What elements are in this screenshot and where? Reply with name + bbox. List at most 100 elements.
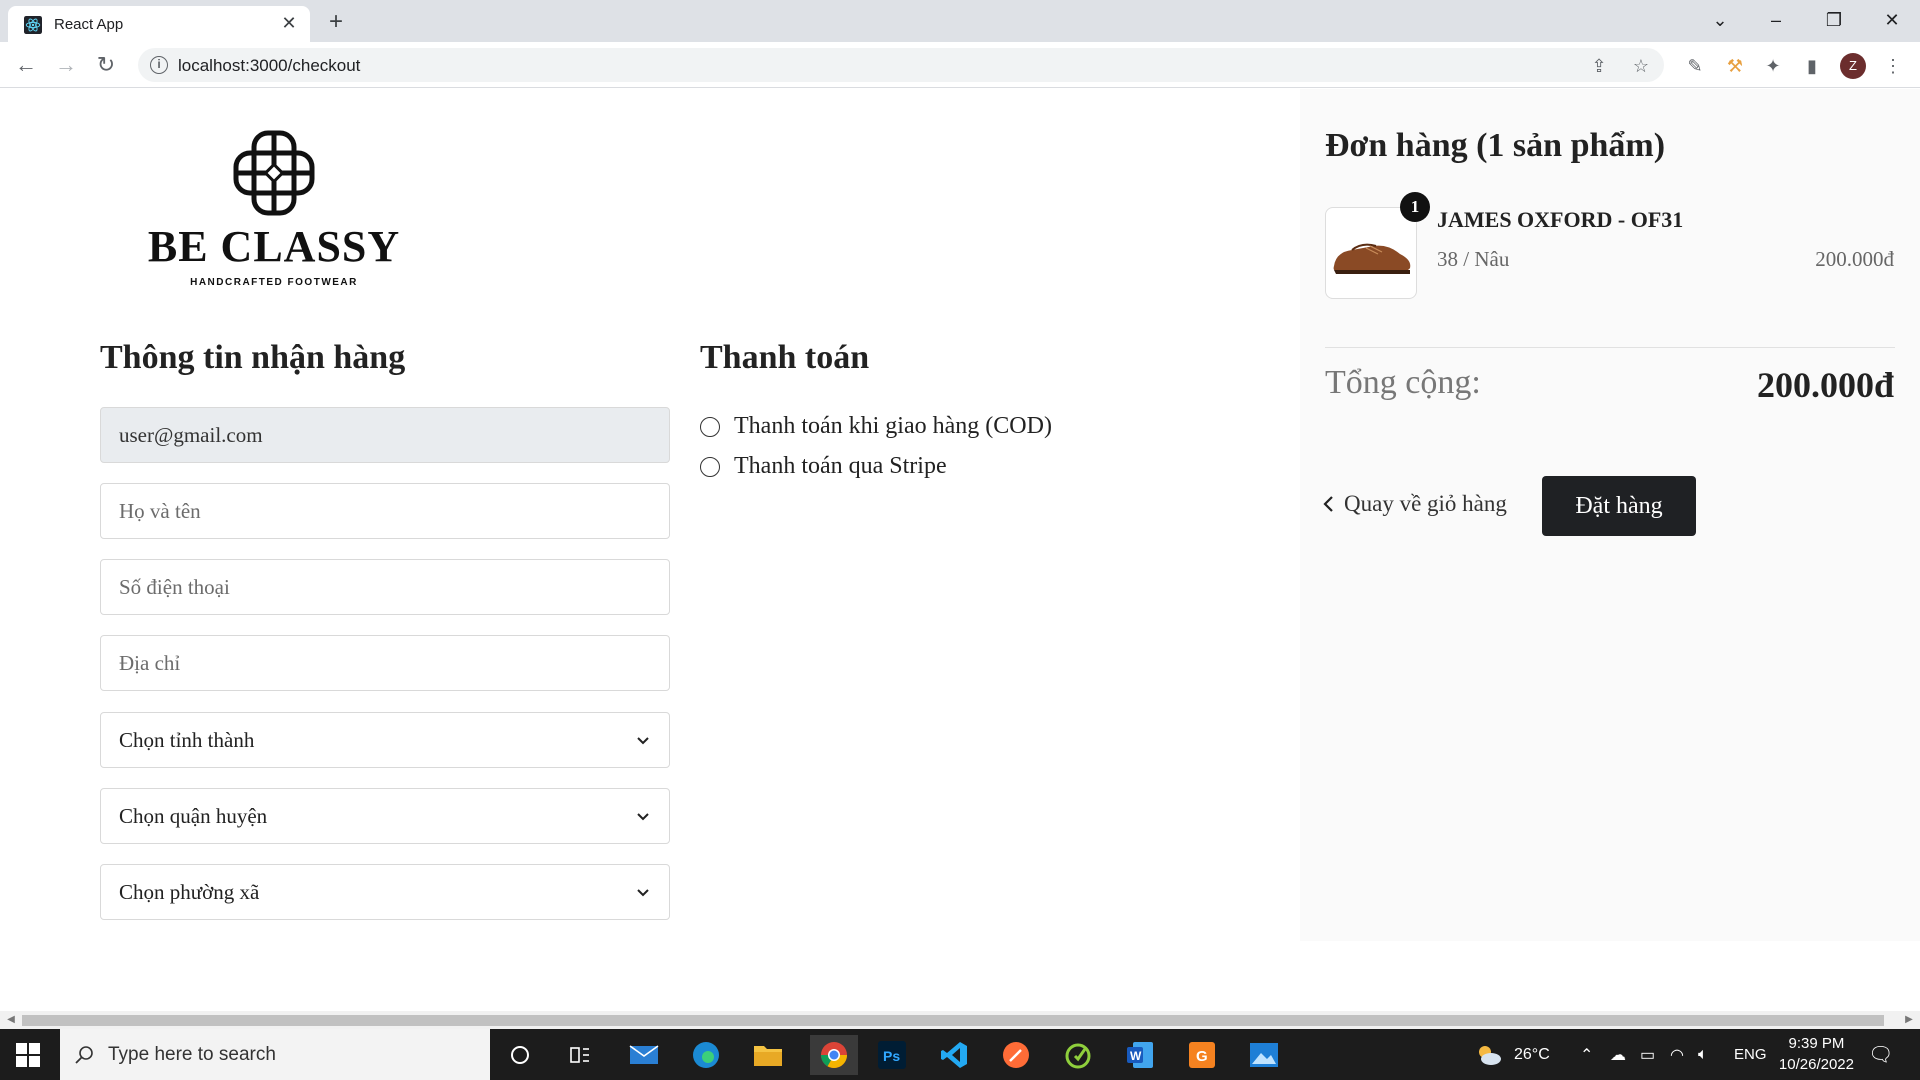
order-title: Đơn hàng (1 sản phẩm): [1325, 127, 1666, 164]
province-select-label: Chọn tỉnh thành: [119, 727, 255, 752]
windows-taskbar: Type here to search Ps W G 26°C ⌃ ☁ ▭ ◠ …: [0, 1029, 1920, 1080]
ward-select-label: Chọn phường xã: [119, 879, 260, 904]
wifi-icon[interactable]: ◠: [1670, 1029, 1684, 1080]
windows-start-icon[interactable]: [16, 1043, 40, 1067]
brand-tagline: HANDCRAFTED FOOTWEAR: [190, 277, 358, 288]
task-view-icon[interactable]: [560, 1035, 600, 1075]
product-thumbnail: [1325, 207, 1417, 299]
scroll-right-arrow-icon[interactable]: ▶: [1903, 1014, 1915, 1026]
chrome-browser-icon[interactable]: [810, 1035, 858, 1075]
word-icon[interactable]: W: [1120, 1035, 1160, 1075]
weather-cloudy-icon: [1479, 1045, 1501, 1065]
checkout-page: BE CLASSY HANDCRAFTED FOOTWEAR Thông tin…: [0, 89, 1920, 1011]
chevron-up-icon[interactable]: ⌃: [1580, 1045, 1593, 1065]
new-tab-icon[interactable]: +: [322, 8, 350, 36]
vscode-icon[interactable]: [934, 1035, 974, 1075]
share-icon[interactable]: ⇪: [1588, 55, 1610, 77]
mail-app-icon[interactable]: [624, 1035, 664, 1075]
extension-icon[interactable]: ⚒: [1722, 53, 1748, 79]
chevron-down-icon: [637, 813, 649, 821]
pen-extension-icon[interactable]: ✎: [1682, 53, 1708, 79]
edge-browser-icon[interactable]: [686, 1035, 726, 1075]
file-explorer-icon[interactable]: [748, 1035, 788, 1075]
profile-avatar[interactable]: Z: [1840, 53, 1866, 79]
notification-center-icon[interactable]: 🗨︎: [1868, 1029, 1893, 1080]
reload-icon[interactable]: ↻: [90, 49, 122, 81]
svg-text:Ps: Ps: [883, 1048, 900, 1064]
photos-app-icon[interactable]: [1244, 1035, 1284, 1075]
site-info-icon[interactable]: i: [150, 56, 168, 74]
email-value: user@gmail.com: [119, 422, 263, 447]
brand-emblem-icon: [233, 130, 315, 216]
product-price: 200.000đ: [1815, 247, 1894, 271]
restore-icon[interactable]: ❐: [1814, 4, 1854, 36]
radio-button[interactable]: [700, 416, 720, 437]
search-icon: [75, 1045, 93, 1064]
chevron-down-icon: [637, 889, 649, 897]
side-panel-icon[interactable]: ▮: [1799, 53, 1825, 79]
svg-text:G: G: [1196, 1048, 1208, 1065]
address-bar[interactable]: i localhost:3000/checkout ⇪ ☆: [138, 48, 1664, 82]
volume-icon[interactable]: 🔈︎: [1698, 1029, 1708, 1080]
browser-tab[interactable]: React App ✕: [8, 6, 310, 42]
payment-section-title: Thanh toán: [700, 339, 870, 376]
fullname-placeholder: Họ và tên: [119, 498, 201, 523]
horizontal-scrollbar[interactable]: ◀ ▶: [0, 1011, 1920, 1029]
summary-divider: [1325, 347, 1895, 348]
product-name: JAMES OXFORD - OF31: [1437, 207, 1684, 232]
phone-placeholder: Số điện thoại: [119, 574, 230, 599]
district-select-label: Chọn quận huyện: [119, 803, 268, 828]
payment-option-stripe[interactable]: Thanh toán qua Stripe: [700, 453, 947, 480]
system-clock[interactable]: 9:39 PM 10/26/2022: [1779, 1033, 1854, 1075]
chevron-down-icon: [637, 737, 649, 745]
back-to-cart-link[interactable]: Quay về giỏ hàng: [1322, 491, 1507, 517]
province-select[interactable]: Chọn tỉnh thành: [100, 712, 670, 768]
language-indicator[interactable]: ENG: [1734, 1029, 1767, 1080]
tab-close-icon[interactable]: ✕: [278, 12, 300, 34]
brand-logo[interactable]: BE CLASSY HANDCRAFTED FOOTWEAR: [146, 129, 402, 289]
fullname-field[interactable]: Họ và tên: [100, 483, 670, 539]
weather-temperature: 26°C: [1514, 1045, 1550, 1063]
show-hidden-icons[interactable]: ⌃: [1580, 1029, 1593, 1080]
email-field[interactable]: user@gmail.com: [100, 407, 670, 463]
clock-time: 9:39 PM: [1788, 1035, 1845, 1052]
menu-kebab-icon[interactable]: ⋮: [1880, 53, 1906, 79]
postman-icon[interactable]: [996, 1035, 1036, 1075]
forward-arrow-icon[interactable]: →: [50, 49, 82, 81]
react-logo-icon: [24, 16, 42, 34]
back-to-cart-label: Quay về giỏ hàng: [1344, 491, 1507, 516]
cortana-icon[interactable]: [500, 1035, 540, 1075]
photoshop-icon[interactable]: Ps: [872, 1035, 912, 1075]
orange-app-icon[interactable]: G: [1182, 1035, 1222, 1075]
scroll-left-arrow-icon[interactable]: ◀: [5, 1014, 17, 1026]
shipping-section-title: Thông tin nhận hàng: [100, 339, 406, 376]
payment-option-label: Thanh toán qua Stripe: [734, 453, 947, 479]
payment-option-cod[interactable]: Thanh toán khi giao hàng (COD): [700, 413, 1052, 440]
tab-title: React App: [54, 16, 124, 33]
browser-tab-strip: React App ✕ + ⌄ – ❐ ✕: [0, 0, 1920, 42]
radio-button[interactable]: [700, 456, 720, 477]
extensions-puzzle-icon[interactable]: ✦: [1760, 53, 1786, 79]
bookmark-star-icon[interactable]: ☆: [1630, 55, 1652, 77]
address-field[interactable]: Địa chỉ: [100, 635, 670, 691]
close-window-icon[interactable]: ✕: [1872, 4, 1912, 36]
minimize-icon[interactable]: –: [1756, 4, 1796, 36]
tab-search-icon[interactable]: ⌄: [1700, 4, 1740, 36]
onedrive-cloud-icon[interactable]: ☁: [1610, 1029, 1626, 1080]
ward-select[interactable]: Chọn phường xã: [100, 864, 670, 920]
product-variant: 38 / Nâu: [1437, 247, 1510, 271]
weather-widget[interactable]: 26°C: [1474, 1029, 1550, 1080]
battery-icon[interactable]: ▭: [1640, 1029, 1655, 1080]
place-order-button[interactable]: Đặt hàng: [1542, 476, 1696, 536]
browser-toolbar: ← → ↻ i localhost:3000/checkout ⇪ ☆ ✎ ⚒ …: [0, 42, 1920, 88]
scrollbar-thumb[interactable]: [22, 1015, 1884, 1026]
brand-name: BE CLASSY: [147, 222, 401, 271]
svg-text:W: W: [1130, 1049, 1142, 1063]
chevron-left-icon: [1323, 496, 1333, 512]
total-label: Tổng cộng:: [1325, 364, 1481, 401]
taskbar-search[interactable]: Type here to search: [60, 1029, 490, 1080]
green-app-icon[interactable]: [1058, 1035, 1098, 1075]
back-arrow-icon[interactable]: ←: [10, 49, 42, 81]
phone-field[interactable]: Số điện thoại: [100, 559, 670, 615]
district-select[interactable]: Chọn quận huyện: [100, 788, 670, 844]
